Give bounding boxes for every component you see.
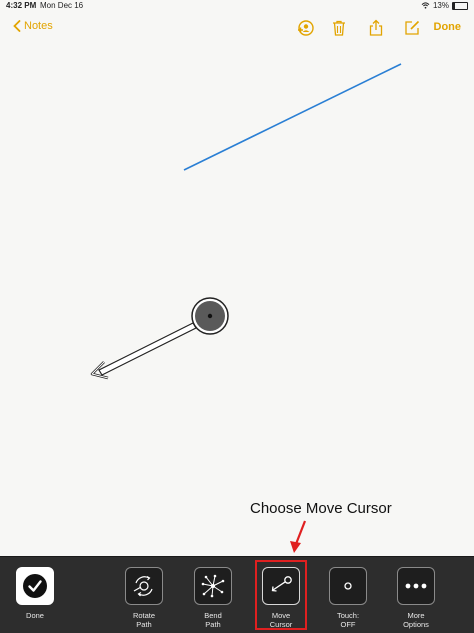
tool-done-box — [16, 567, 54, 605]
status-right: 13% — [421, 1, 468, 10]
annotation-text: Choose Move Cursor — [250, 500, 392, 517]
tool-bend-path-label-1: Bend — [186, 611, 240, 620]
done-button[interactable]: Done — [434, 21, 462, 33]
tool-touch[interactable]: Touch: OFF — [321, 567, 375, 629]
compose-icon[interactable] — [403, 19, 421, 37]
tool-bend-path-label-2: Path — [186, 620, 240, 629]
tool-move-cursor-box — [262, 567, 300, 605]
annotation-arrow — [290, 521, 305, 553]
move-cursor-icon — [268, 573, 294, 599]
status-bar: 4:32 PM Mon Dec 16 13% — [0, 0, 474, 12]
checkmark-icon — [22, 573, 48, 599]
share-collaborate-icon[interactable] — [296, 19, 314, 37]
tool-done[interactable]: Done — [8, 567, 62, 620]
status-date: Mon Dec 16 — [40, 1, 83, 10]
bottom-toolbar: Done Rotate Path — [0, 556, 474, 633]
tool-bend-path[interactable]: Bend Path — [186, 567, 240, 629]
drawn-line — [184, 64, 401, 170]
rotate-path-icon — [131, 573, 157, 599]
cursor-handle[interactable] — [192, 298, 228, 334]
tool-rotate-path-label-2: Path — [117, 620, 171, 629]
tool-more-options-label-2: Options — [389, 620, 443, 629]
tool-more-options-label: More Options — [389, 611, 443, 629]
battery-icon — [452, 2, 468, 10]
chevron-left-icon — [13, 20, 21, 32]
tool-rotate-path[interactable]: Rotate Path — [117, 567, 171, 629]
tool-done-label-1: Done — [8, 611, 62, 620]
tool-bend-path-label: Bend Path — [186, 611, 240, 629]
tool-rotate-path-label-1: Rotate — [117, 611, 171, 620]
back-button[interactable]: Notes — [13, 20, 53, 32]
tool-move-cursor[interactable]: Move Cursor — [254, 567, 308, 629]
tool-more-options-label-1: More — [389, 611, 443, 620]
tool-bend-path-box — [194, 567, 232, 605]
tool-touch-box — [329, 567, 367, 605]
tool-touch-label-1: Touch: — [321, 611, 375, 620]
tool-touch-label-2: OFF — [321, 620, 375, 629]
tool-more-options[interactable]: More Options — [389, 567, 443, 629]
bend-path-icon — [200, 573, 226, 599]
tool-rotate-path-box — [125, 567, 163, 605]
status-time: 4:32 PM — [6, 1, 36, 10]
tool-rotate-path-label: Rotate Path — [117, 611, 171, 629]
more-dots-icon — [403, 573, 429, 599]
tool-move-cursor-label-2: Cursor — [254, 620, 308, 629]
touch-icon — [335, 573, 361, 599]
battery-percent: 13% — [433, 1, 449, 10]
tool-done-label: Done — [8, 611, 62, 620]
drawing-canvas[interactable] — [0, 44, 474, 556]
trash-icon[interactable] — [330, 19, 348, 37]
tool-touch-label: Touch: OFF — [321, 611, 375, 629]
tool-move-cursor-label-1: Move — [254, 611, 308, 620]
tool-more-options-box — [397, 567, 435, 605]
back-label: Notes — [24, 20, 53, 32]
nav-bar: Notes Done — [0, 14, 474, 42]
wifi-icon — [421, 2, 430, 9]
tool-move-cursor-label: Move Cursor — [254, 611, 308, 629]
cursor-path-arrow — [92, 323, 196, 378]
share-icon[interactable] — [367, 19, 385, 37]
